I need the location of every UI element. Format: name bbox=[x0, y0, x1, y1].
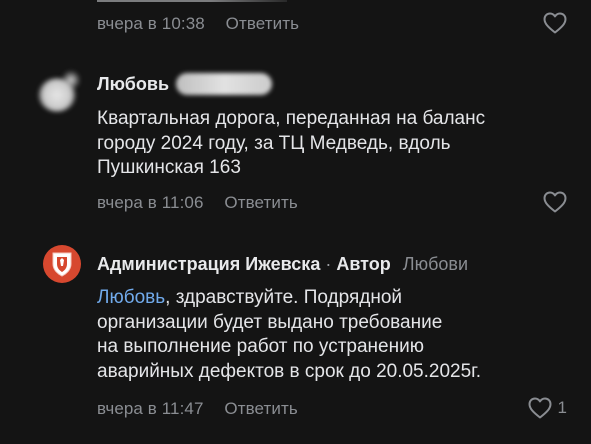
author-name[interactable]: Любовь bbox=[97, 74, 169, 94]
mention-link[interactable]: Любовь bbox=[97, 287, 165, 308]
comment-meta: вчера в 11:47 Ответить bbox=[97, 399, 298, 419]
reply-button[interactable]: Ответить bbox=[224, 399, 297, 418]
avatar[interactable] bbox=[43, 245, 81, 283]
comment-meta: вчера в 11:06 Ответить bbox=[97, 193, 298, 213]
comment-text-line: Любовь, здравствуйте. Подрядной bbox=[97, 286, 481, 311]
like-button[interactable]: 1 bbox=[528, 397, 567, 419]
comment-meta: вчера в 10:38 Ответить bbox=[97, 14, 299, 34]
city-coat-of-arms-icon bbox=[52, 252, 72, 277]
comment-text-line: городу 2024 году, за ТЦ Медведь, вдоль bbox=[97, 132, 451, 154]
comment-text-line: на выполнение работ по устранению bbox=[97, 336, 424, 357]
comment-text-line: Квартальная дорога, переданная на баланс bbox=[97, 108, 486, 129]
author-surname-blurred bbox=[176, 73, 272, 95]
comment-author[interactable]: Любовь bbox=[97, 74, 169, 95]
author-name[interactable]: Администрация Ижевска bbox=[97, 254, 320, 274]
comment-text-line: Пушкинская 163 bbox=[97, 157, 241, 178]
comment-text: Любовь, здравствуйте. Подрядной организа… bbox=[97, 286, 481, 384]
author-separator: · bbox=[325, 254, 332, 274]
comment-time: вчера в 10:38 bbox=[97, 14, 205, 33]
comment-text-fragment: , здравствуйте. Подрядной bbox=[165, 287, 403, 308]
reply-to-name[interactable]: Любови bbox=[403, 254, 468, 274]
comment-time: вчера в 11:06 bbox=[97, 193, 204, 212]
comment-text: Квартальная дорога, переданная на баланс… bbox=[97, 107, 485, 181]
heart-outline-icon bbox=[543, 191, 567, 213]
previous-comment-text-clipped bbox=[97, 0, 297, 2]
comment-text-line: аварийных дефектов в срок до 20.05.2025г… bbox=[97, 360, 482, 382]
avatar[interactable] bbox=[32, 68, 84, 120]
reply-button[interactable]: Ответить bbox=[224, 193, 297, 212]
comment-author: Администрация Ижевска · Автор Любови bbox=[97, 254, 468, 275]
heart-outline-icon bbox=[543, 12, 567, 34]
like-button[interactable] bbox=[543, 12, 567, 34]
author-role-badge: Автор bbox=[336, 254, 391, 274]
reply-button[interactable]: Ответить bbox=[226, 14, 299, 33]
comment-time: вчера в 11:47 bbox=[97, 399, 204, 418]
like-button[interactable] bbox=[543, 191, 567, 213]
like-count: 1 bbox=[557, 398, 567, 417]
comment-text-line: организации будет выдано требование bbox=[97, 311, 443, 333]
heart-outline-icon bbox=[528, 397, 552, 419]
